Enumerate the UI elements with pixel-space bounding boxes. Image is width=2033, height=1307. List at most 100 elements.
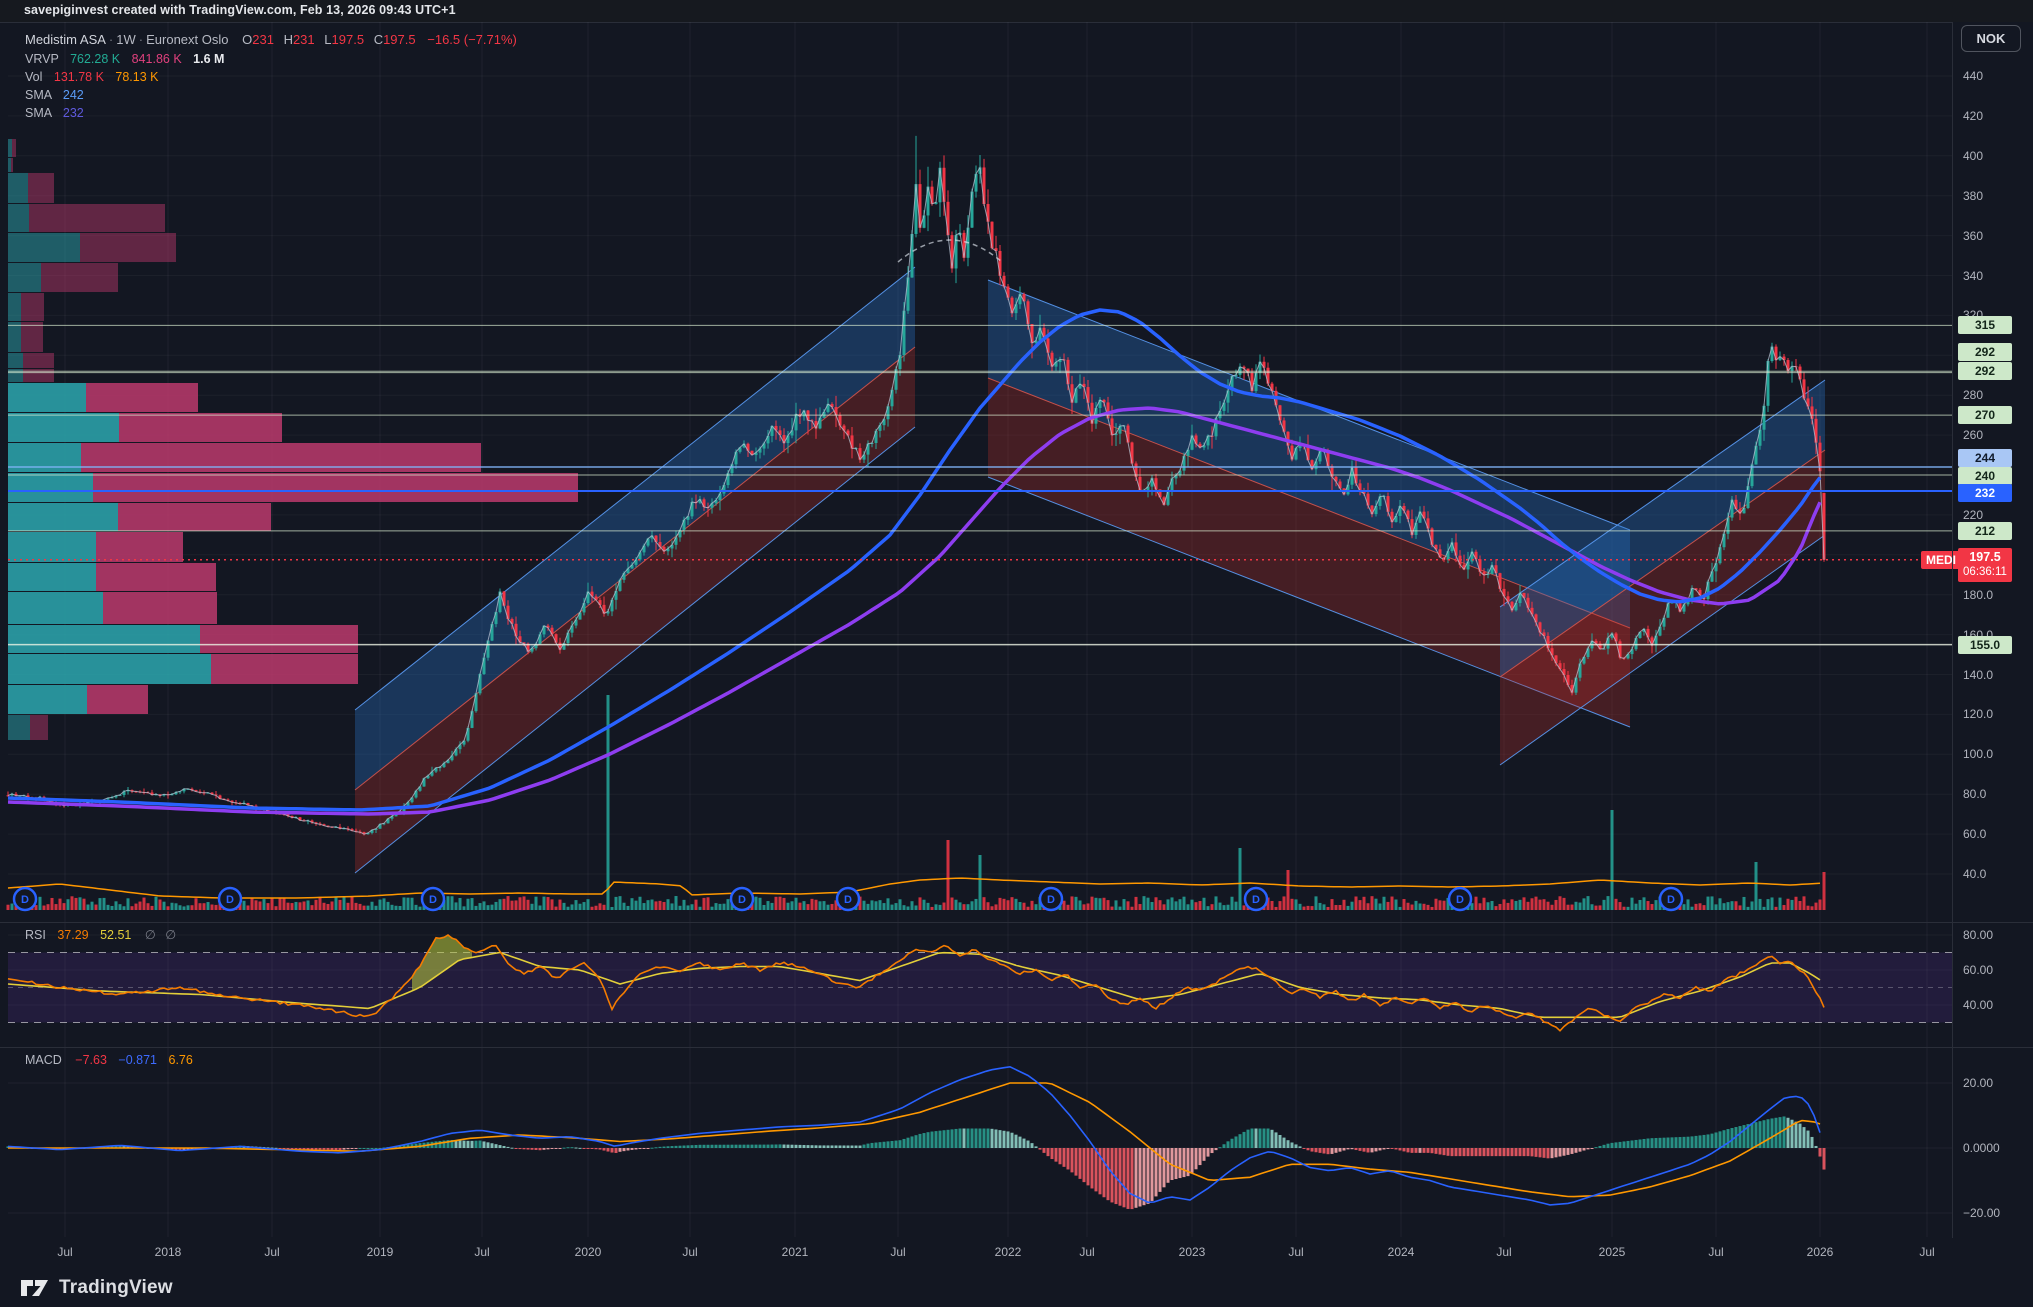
last-price-badge: 197.506:36:11 <box>1958 548 2012 582</box>
rsi-empty-1: ∅ <box>135 928 156 942</box>
last-price-value: 197.5 <box>1963 550 2007 565</box>
sma1-legend-row[interactable]: SMA 242 <box>25 88 84 102</box>
rsi-tick: 80.00 <box>1963 928 1993 942</box>
macd-line-value: −0.871 <box>110 1053 157 1067</box>
time-tick-jul[interactable]: Jul <box>57 1245 72 1259</box>
sma2-label[interactable]: SMA <box>25 106 51 120</box>
time-tick-2024[interactable]: 2024 <box>1388 1245 1415 1259</box>
time-tick-2023[interactable]: 2023 <box>1179 1245 1206 1259</box>
price-level-badge: 240 <box>1958 467 2012 485</box>
time-tick-jul[interactable]: Jul <box>264 1245 279 1259</box>
price-tick: 420 <box>1963 109 1983 123</box>
time-tick-2025[interactable]: 2025 <box>1599 1245 1626 1259</box>
sma1-value: 242 <box>55 88 84 102</box>
time-tick-2026[interactable]: 2026 <box>1807 1245 1834 1259</box>
axis-separator <box>1952 22 1953 1267</box>
svg-text:D: D <box>1456 894 1464 906</box>
time-tick-2019[interactable]: 2019 <box>367 1245 394 1259</box>
time-tick-jul[interactable]: Jul <box>1496 1245 1511 1259</box>
currency-button[interactable]: NOK <box>1961 25 2021 52</box>
rsi-empty-2: ∅ <box>159 928 176 942</box>
macd-tick: 20.00 <box>1963 1076 1993 1090</box>
svg-text:D: D <box>844 894 852 906</box>
rsi-legend-row[interactable]: RSI 37.29 52.51 ∅ ∅ <box>25 927 176 942</box>
sma2-value: 232 <box>55 106 84 120</box>
rsi-ma-value: 52.51 <box>92 928 131 942</box>
rsi-label[interactable]: RSI <box>25 928 46 942</box>
price-tick: 440 <box>1963 69 1983 83</box>
time-tick-jul[interactable]: Jul <box>682 1245 697 1259</box>
price-tick: 180.0 <box>1963 588 1993 602</box>
vol-value-2: 78.13 K <box>107 70 158 84</box>
price-level-badge: 270 <box>1958 406 2012 424</box>
tradingview-chart-window: savepiginvest created with TradingView.c… <box>0 0 2033 1307</box>
vrvp-down-volume: 841.86 K <box>124 52 182 66</box>
macd-hist-value: −7.63 <box>65 1053 107 1067</box>
tradingview-logo-icon <box>20 1277 50 1299</box>
time-tick-jul[interactable]: Jul <box>1079 1245 1094 1259</box>
price-level-badge: 212 <box>1958 522 2012 540</box>
price-axis[interactable]: NOK 440420400380360340320300280260240220… <box>1953 22 2033 1267</box>
exchange-name: Euronext Oslo <box>146 32 228 47</box>
time-tick-jul[interactable]: Jul <box>1919 1245 1934 1259</box>
time-tick-jul[interactable]: Jul <box>890 1245 905 1259</box>
svg-text:D: D <box>1667 894 1675 906</box>
price-tick: 40.0 <box>1963 867 1986 881</box>
close-value: 197.5 <box>383 32 416 47</box>
macd-tick: −20.00 <box>1963 1206 2000 1220</box>
time-tick-jul[interactable]: Jul <box>1708 1245 1723 1259</box>
price-level-badge: 244 <box>1958 449 2012 467</box>
time-tick-2022[interactable]: 2022 <box>995 1245 1022 1259</box>
high-value: 231 <box>293 32 315 47</box>
price-tick: 140.0 <box>1963 668 1993 682</box>
symbol-legend-row[interactable]: Medistim ASA·1W·Euronext Oslo O231 H231 … <box>25 32 517 47</box>
macd-label[interactable]: MACD <box>25 1053 62 1067</box>
macd-tick: 0.0000 <box>1963 1141 2000 1155</box>
price-level-badge: 315 <box>1958 316 2012 334</box>
price-tick: 260 <box>1963 428 1983 442</box>
tradingview-logo-text: TradingView <box>59 1277 173 1299</box>
vrvp-legend-row[interactable]: VRVP 762.28 K 841.86 K 1.6 M <box>25 52 224 66</box>
sma2-legend-row[interactable]: SMA 232 <box>25 106 84 120</box>
vrvp-label[interactable]: VRVP <box>25 52 59 66</box>
symbol-name[interactable]: Medistim ASA <box>25 32 106 47</box>
bar-countdown: 06:36:11 <box>1963 565 2007 580</box>
svg-text:D: D <box>738 894 746 906</box>
price-tick: 400 <box>1963 149 1983 163</box>
rsi-tick: 40.00 <box>1963 998 1993 1012</box>
time-tick-jul[interactable]: Jul <box>1288 1245 1303 1259</box>
sma1-label[interactable]: SMA <box>25 88 51 102</box>
pane-separator-2[interactable] <box>0 1047 2033 1048</box>
price-level-badge: 232 <box>1958 484 2012 502</box>
vol-value-1: 131.78 K <box>46 70 104 84</box>
time-tick-2020[interactable]: 2020 <box>575 1245 602 1259</box>
price-tick: 100.0 <box>1963 747 1993 761</box>
price-tick: 340 <box>1963 269 1983 283</box>
tradingview-logo[interactable]: TradingView <box>20 1277 173 1299</box>
chart-canvas[interactable]: DDDDDDDDD <box>0 0 2033 1307</box>
time-axis[interactable]: Jul 2018 Jul 2019 Jul 2020 Jul 2021 Jul 2022 Jul 20… <box>0 1238 2033 1268</box>
timeframe[interactable]: 1W <box>116 32 136 47</box>
price-tick: 60.0 <box>1963 827 1986 841</box>
change-value: −16.5 (−7.71%) <box>419 32 517 47</box>
volume-legend-row[interactable]: Vol 131.78 K 78.13 K <box>25 70 159 84</box>
svg-text:D: D <box>1252 894 1260 906</box>
footer-bar: TradingView <box>0 1268 2033 1307</box>
time-tick-2021[interactable]: 2021 <box>782 1245 809 1259</box>
price-tick: 280 <box>1963 388 1983 402</box>
price-level-badge: 292 <box>1958 343 2012 361</box>
macd-legend-row[interactable]: MACD −7.63 −0.871 6.76 <box>25 1053 193 1067</box>
svg-text:D: D <box>1047 894 1055 906</box>
time-tick-2018[interactable]: 2018 <box>155 1245 182 1259</box>
pane-separator-1[interactable] <box>0 922 2033 923</box>
macd-pane-layer <box>7 1067 1826 1209</box>
vol-label[interactable]: Vol <box>25 70 42 84</box>
rsi-pane-layer <box>8 935 1952 1031</box>
rsi-value: 37.29 <box>49 928 88 942</box>
price-tick: 380 <box>1963 189 1983 203</box>
svg-text:D: D <box>21 894 29 906</box>
vrvp-total-volume: 1.6 M <box>185 52 224 66</box>
open-value: 231 <box>252 32 274 47</box>
time-tick-jul[interactable]: Jul <box>474 1245 489 1259</box>
price-tick: 80.0 <box>1963 787 1986 801</box>
